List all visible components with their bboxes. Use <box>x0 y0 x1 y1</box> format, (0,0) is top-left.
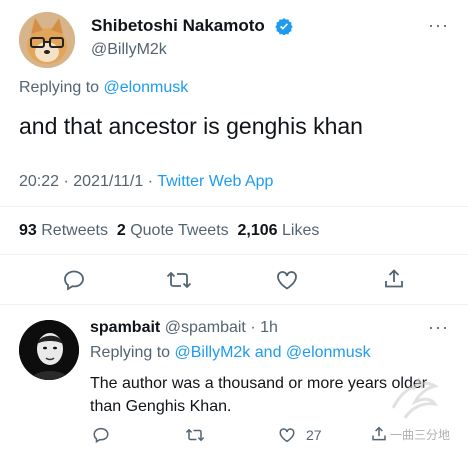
likes-count: 2,106 <box>237 222 278 239</box>
reply-avatar[interactable] <box>19 320 79 380</box>
share-icon[interactable] <box>382 267 406 291</box>
divider <box>0 206 468 207</box>
watermark-logo-icon <box>391 376 439 419</box>
divider <box>0 254 468 255</box>
reply-like-icon[interactable] <box>278 426 296 444</box>
likes-label: Likes <box>282 222 320 239</box>
reply-replying-to-link-1[interactable]: @BillyM2k <box>175 344 251 361</box>
timestamp-dot: · <box>63 173 69 190</box>
main-client-link[interactable]: Twitter Web App <box>157 173 273 190</box>
main-stats-line: 93 Retweets 2 Quote Tweets 2,106 Likes <box>19 221 319 241</box>
retweets-label: Retweets <box>41 222 108 239</box>
likes-stat[interactable]: 2,106 Likes <box>238 222 320 239</box>
main-tweet-text: and that ancestor is genghis khan <box>19 113 363 139</box>
reply-share-icon[interactable] <box>370 425 388 443</box>
quotes-label: Quote Tweets <box>130 222 229 239</box>
main-handle[interactable]: @BillyM2k <box>91 40 167 60</box>
main-more-icon[interactable]: ··· <box>428 16 449 34</box>
reply-handle[interactable]: @spambait <box>165 319 246 336</box>
reply-tweet-text: The author was a thousand or more years … <box>90 375 428 415</box>
reply-replying-prefix: Replying to <box>90 344 171 361</box>
main-replying-prefix: Replying to <box>19 79 100 96</box>
reply-replying-to-link-2[interactable]: @elonmusk <box>286 344 371 361</box>
reply-replying-and: and <box>254 344 282 361</box>
reply-retweet-icon[interactable] <box>185 426 205 444</box>
reply-dot: · <box>245 319 261 336</box>
reply-reply-icon[interactable] <box>92 426 110 444</box>
main-replying-to-link[interactable]: @elonmusk <box>104 79 189 96</box>
reply-header: spambait @spambait · 1h <box>90 318 278 338</box>
reply-more-icon[interactable]: ··· <box>428 318 449 336</box>
reply-age[interactable]: 1h <box>260 319 278 336</box>
main-display-name[interactable]: Shibetoshi Nakamoto <box>91 16 265 36</box>
main-timestamp-line: 20:22 · 2021/11/1 · Twitter Web App <box>19 172 273 192</box>
main-avatar[interactable] <box>19 12 75 68</box>
divider <box>0 304 468 305</box>
quotes-count: 2 <box>116 222 126 239</box>
like-icon[interactable] <box>275 268 299 292</box>
main-date[interactable]: 2021/11/1 <box>73 173 143 190</box>
portrait-avatar-image <box>19 320 79 380</box>
reply-likes-count: 27 <box>306 427 322 443</box>
reply-icon[interactable] <box>62 268 86 292</box>
verified-badge-icon <box>275 18 293 35</box>
watermark-text: 一曲三分地 <box>390 428 451 442</box>
main-replying-line: Replying to @elonmusk <box>19 78 188 98</box>
reply-replying-line: Replying to @BillyM2k and @elonmusk <box>90 343 371 363</box>
retweets-stat[interactable]: 93 Retweets <box>19 222 108 239</box>
reply-display-name[interactable]: spambait <box>90 319 160 336</box>
main-time[interactable]: 20:22 <box>19 173 59 190</box>
retweets-count: 93 <box>19 222 37 239</box>
doge-avatar-image <box>19 12 75 68</box>
retweet-icon[interactable] <box>166 268 192 292</box>
quotes-stat[interactable]: 2 Quote Tweets <box>117 222 229 239</box>
timestamp-dot: · <box>147 173 154 190</box>
